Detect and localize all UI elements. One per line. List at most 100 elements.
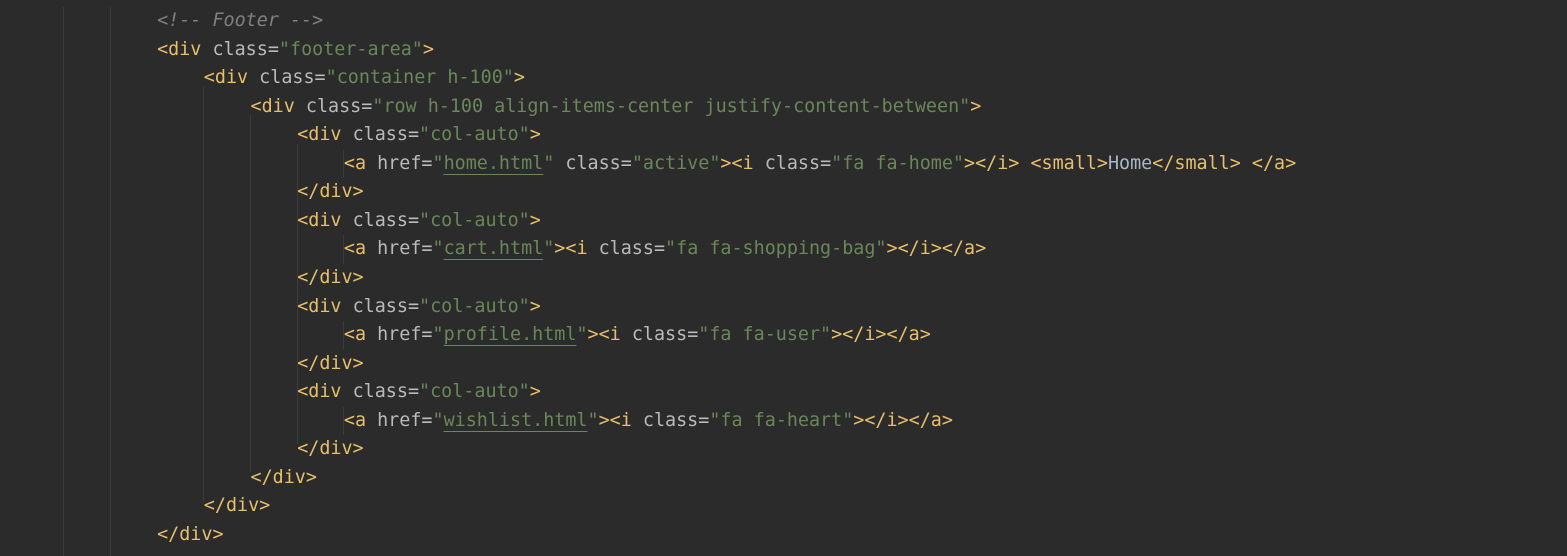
code-token: > bbox=[529, 124, 541, 146]
code-line[interactable]: </div> bbox=[297, 264, 363, 292]
code-token: class bbox=[598, 238, 654, 260]
code-line[interactable]: <a href="profile.html"><i class="fa fa-u… bbox=[344, 321, 931, 349]
code-line[interactable]: </div> bbox=[204, 492, 270, 520]
code-token: = bbox=[407, 295, 420, 317]
code-token: = bbox=[314, 67, 326, 89]
code-token: " bbox=[543, 152, 555, 174]
code-line[interactable]: <a href="wishlist.html"><i class="fa fa-… bbox=[344, 407, 953, 435]
code-line[interactable]: </div> bbox=[297, 350, 363, 378]
code-line[interactable]: </div> bbox=[157, 521, 223, 549]
link-url-token[interactable]: cart.html bbox=[444, 238, 544, 259]
code-line[interactable]: <div class="col-auto"> bbox=[297, 121, 541, 149]
code-token: </div> bbox=[157, 523, 224, 545]
code-token: </div> bbox=[297, 352, 364, 374]
code-token: = bbox=[407, 209, 420, 231]
code-token: " bbox=[587, 409, 599, 431]
code-line[interactable]: </div> bbox=[297, 178, 363, 206]
code-token: = bbox=[698, 409, 710, 431]
link-url-token[interactable]: profile.html bbox=[444, 324, 577, 345]
code-token: <div bbox=[203, 67, 260, 89]
code-token: "active" bbox=[631, 152, 721, 174]
code-token: <a bbox=[343, 152, 378, 174]
code-token: = bbox=[361, 95, 373, 117]
code-token: "fa fa-home" bbox=[831, 152, 965, 174]
code-token: > bbox=[970, 95, 982, 117]
indent-guide-line bbox=[250, 115, 251, 473]
code-token: class bbox=[212, 38, 268, 60]
code-token: ></i></a> bbox=[853, 409, 953, 431]
code-token: <!-- Footer --> bbox=[157, 10, 324, 31]
link-url-token[interactable]: wishlist.html bbox=[444, 410, 588, 431]
code-token: > bbox=[422, 38, 434, 60]
code-token: </div> bbox=[297, 438, 364, 460]
code-token: class bbox=[352, 381, 408, 403]
code-token: <div bbox=[297, 381, 353, 403]
code-token: "col-auto" bbox=[419, 124, 530, 146]
code-line[interactable]: <div class="col-auto"> bbox=[297, 293, 541, 321]
code-token: "footer-area" bbox=[278, 38, 423, 60]
code-token: class bbox=[631, 324, 688, 346]
code-token: ></i></a> bbox=[886, 238, 987, 260]
code-token: class bbox=[554, 152, 621, 174]
code-line[interactable]: <div class="container h-100"> bbox=[204, 64, 525, 92]
code-token: "col-auto" bbox=[419, 209, 530, 231]
code-token: ><i bbox=[554, 238, 599, 260]
code-line[interactable]: </div> bbox=[297, 435, 363, 463]
code-token: href bbox=[377, 238, 422, 260]
code-token: > bbox=[513, 67, 525, 89]
link-url-token[interactable]: home.html bbox=[444, 153, 544, 174]
code-token: " bbox=[432, 409, 444, 431]
code-token: = bbox=[653, 238, 666, 260]
code-line[interactable]: <div class="col-auto"> bbox=[297, 378, 541, 406]
code-token: <div bbox=[157, 38, 213, 60]
indent-guide-line bbox=[203, 86, 205, 501]
code-token: > bbox=[529, 381, 541, 403]
code-token: </div> bbox=[297, 181, 364, 203]
code-token: "row h-100 align-items-center justify-co… bbox=[372, 95, 971, 117]
code-token: href bbox=[377, 324, 422, 346]
code-token: > bbox=[529, 295, 541, 317]
code-token: > bbox=[529, 209, 541, 231]
code-token: = bbox=[421, 238, 433, 260]
code-token: " bbox=[543, 238, 555, 260]
code-line[interactable]: <!-- Footer --> bbox=[157, 7, 323, 35]
code-line[interactable]: <a href="cart.html"><i class="fa fa-shop… bbox=[344, 235, 986, 263]
code-editor[interactable]: <!-- Footer --> <div class="footer-area">… bbox=[0, 0, 1567, 556]
indent-guide-line bbox=[63, 7, 65, 556]
code-token: = bbox=[407, 124, 420, 146]
code-token: <div bbox=[297, 209, 353, 231]
code-line[interactable]: <div class="col-auto"> bbox=[297, 207, 541, 235]
code-token: <div bbox=[297, 295, 353, 317]
code-token: = bbox=[421, 324, 433, 346]
code-token: ></i></a> bbox=[831, 324, 931, 346]
code-token: "container h-100" bbox=[325, 67, 514, 89]
code-token: <div bbox=[297, 124, 353, 146]
code-token: <a bbox=[343, 238, 378, 260]
code-token: ><i bbox=[587, 324, 632, 346]
code-token: = bbox=[407, 381, 420, 403]
code-token: " bbox=[432, 324, 444, 346]
code-token: = bbox=[267, 38, 279, 60]
code-token: " bbox=[432, 152, 444, 174]
code-token: <a bbox=[343, 409, 378, 431]
code-token: </div> bbox=[203, 495, 271, 517]
code-token: class bbox=[764, 152, 821, 174]
code-line[interactable]: </div> bbox=[251, 464, 317, 492]
code-token: = bbox=[421, 409, 433, 431]
code-token: "fa fa-user" bbox=[698, 324, 832, 346]
code-token: ><i bbox=[598, 409, 643, 431]
code-token: ><i bbox=[720, 152, 765, 174]
code-token: </div> bbox=[297, 266, 364, 288]
code-token: " bbox=[432, 238, 444, 260]
code-token: ></i> <small> bbox=[964, 152, 1108, 174]
code-token: </small> </a> bbox=[1152, 152, 1297, 174]
code-line[interactable]: <div class="footer-area"> bbox=[157, 36, 434, 64]
code-token: class bbox=[305, 95, 362, 117]
code-line[interactable]: <a href="home.html" class="active"><i cl… bbox=[344, 150, 1296, 178]
code-line[interactable]: <div class="row h-100 align-items-center… bbox=[251, 93, 982, 121]
code-token: class bbox=[352, 295, 408, 317]
code-token: "col-auto" bbox=[419, 295, 530, 317]
indent-guide-line bbox=[109, 7, 111, 556]
code-token: "fa fa-heart" bbox=[709, 409, 854, 431]
code-token: </div> bbox=[250, 466, 317, 488]
